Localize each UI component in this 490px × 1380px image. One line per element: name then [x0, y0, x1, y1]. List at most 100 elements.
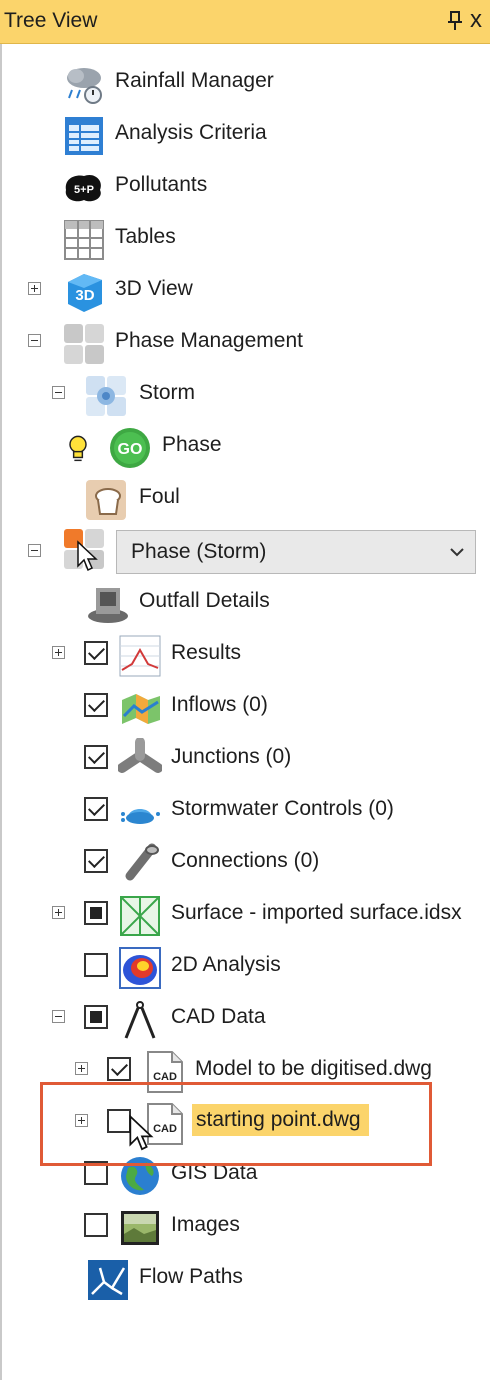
- tree-item-label: Flow Paths: [139, 1265, 243, 1288]
- visibility-checkbox[interactable]: [84, 901, 108, 925]
- tree-item-flow-paths[interactable]: Flow Paths: [0, 1253, 490, 1305]
- tree-item-label: Connections (0): [171, 849, 320, 872]
- tree-item-connections[interactable]: Connections (0): [0, 837, 490, 889]
- tree-item-rainfall-manager[interactable]: Rainfall Manager: [0, 57, 490, 109]
- storm-phase-icon: [84, 374, 128, 418]
- tree-item-label: Phase Management: [115, 329, 303, 352]
- collapse-icon[interactable]: [28, 544, 41, 557]
- tree-item-label: Stormwater Controls (0): [171, 797, 394, 820]
- active-phase-icon: [62, 527, 106, 571]
- globe-icon: [118, 1154, 162, 1198]
- tree-item-foul[interactable]: Foul: [0, 473, 490, 525]
- tree-item-2d-analysis[interactable]: 2D Analysis: [0, 941, 490, 993]
- 2d-analysis-heatmap-icon: [118, 946, 162, 990]
- tree-item-label: Results: [171, 641, 242, 664]
- visibility-checkbox[interactable]: [84, 745, 108, 769]
- rainfall-cloud-icon: [62, 62, 106, 106]
- expand-icon[interactable]: [52, 646, 65, 659]
- tree-item-starting-point-dwg[interactable]: CAD starting point.dwg: [0, 1097, 490, 1149]
- svg-text:CAD: CAD: [153, 1123, 177, 1135]
- tree-item-label: Foul: [139, 485, 180, 508]
- tree-item-label: Outfall Details: [139, 589, 270, 612]
- tree-item-gis-data[interactable]: GIS Data: [0, 1149, 490, 1201]
- tree-item-label: CAD Data: [171, 1005, 266, 1028]
- tree-item-stormwater-controls[interactable]: Stormwater Controls (0): [0, 785, 490, 837]
- tree-view-title-bar: Tree View x: [0, 0, 490, 44]
- tree-item-label: Inflows (0): [171, 693, 268, 716]
- criteria-table-icon: [62, 114, 106, 158]
- visibility-checkbox[interactable]: [84, 849, 108, 873]
- tree-item-tables[interactable]: Tables: [0, 213, 490, 265]
- tree-item-results[interactable]: Results: [0, 629, 490, 681]
- surface-mesh-icon: [118, 894, 162, 938]
- go-badge-icon: GO: [108, 426, 152, 470]
- tree-item-label: Pollutants: [115, 173, 208, 196]
- tree-item-label: 2D Analysis: [171, 953, 281, 976]
- tree-item-label: Junctions (0): [171, 745, 292, 768]
- tree-item-label: GIS Data: [171, 1161, 258, 1184]
- visibility-checkbox[interactable]: [84, 1213, 108, 1237]
- active-phase-row: Phase (Storm): [0, 527, 490, 574]
- pollutant-blob-icon: 5+P: [62, 166, 106, 210]
- tables-grid-icon: [62, 218, 106, 262]
- panel-title: Tree View: [4, 9, 98, 32]
- tree-item-label: Phase: [162, 433, 222, 456]
- tree-item-inflows[interactable]: Inflows (0): [0, 681, 490, 733]
- expand-icon[interactable]: [75, 1062, 88, 1075]
- collapse-icon[interactable]: [28, 334, 41, 347]
- results-chart-icon: [118, 634, 162, 678]
- tree-item-label: Tables: [115, 225, 176, 248]
- visibility-checkbox[interactable]: [107, 1109, 131, 1133]
- phase-management-icon: [62, 322, 106, 366]
- collapse-icon[interactable]: [52, 1010, 65, 1023]
- visibility-checkbox[interactable]: [84, 641, 108, 665]
- compass-drawing-icon: [118, 998, 162, 1042]
- tree-item-label: Model to be digitised.dwg: [195, 1057, 432, 1080]
- visibility-checkbox[interactable]: [107, 1057, 131, 1081]
- 3d-cube-icon: 3D: [62, 270, 106, 314]
- svg-text:CAD: CAD: [153, 1071, 177, 1083]
- tree-item-phase-management[interactable]: Phase Management: [0, 317, 490, 369]
- phase-select-dropdown[interactable]: Phase (Storm): [116, 530, 476, 574]
- tree-item-images[interactable]: Images: [0, 1201, 490, 1253]
- expand-icon[interactable]: [28, 282, 41, 295]
- tree-item-label-selected: starting point.dwg: [192, 1104, 369, 1136]
- stormwater-controls-icon: [118, 790, 162, 834]
- tree-item-phase[interactable]: GO Phase: [0, 421, 490, 473]
- visibility-checkbox[interactable]: [84, 1005, 108, 1029]
- tree-item-junctions[interactable]: Junctions (0): [0, 733, 490, 785]
- svg-text:3D: 3D: [75, 287, 94, 304]
- chevron-down-icon: [449, 544, 465, 560]
- tree-item-3d-view[interactable]: 3D 3D View: [0, 265, 490, 317]
- visibility-checkbox[interactable]: [84, 953, 108, 977]
- tree-item-label: Analysis Criteria: [115, 121, 267, 144]
- pin-icon[interactable]: [444, 8, 468, 34]
- tree-item-pollutants[interactable]: 5+P Pollutants: [0, 161, 490, 213]
- tree-item-label: Images: [171, 1213, 240, 1236]
- pipe-connection-icon: [118, 842, 162, 886]
- tree-item-storm[interactable]: Storm: [0, 369, 490, 421]
- visibility-checkbox[interactable]: [84, 693, 108, 717]
- tree-item-cad-data[interactable]: CAD Data: [0, 993, 490, 1045]
- svg-text:5+P: 5+P: [74, 184, 94, 196]
- tree-item-label: 3D View: [115, 277, 193, 300]
- image-photo-icon: [118, 1206, 162, 1250]
- svg-text:GO: GO: [118, 441, 143, 458]
- tree-item-analysis-criteria[interactable]: Analysis Criteria: [0, 109, 490, 161]
- visibility-checkbox[interactable]: [84, 1161, 108, 1185]
- tree-item-model-dwg[interactable]: CAD Model to be digitised.dwg: [0, 1045, 490, 1097]
- expand-icon[interactable]: [52, 906, 65, 919]
- close-button[interactable]: x: [470, 6, 482, 34]
- cad-file-icon: CAD: [142, 1050, 186, 1094]
- expand-icon[interactable]: [75, 1114, 88, 1127]
- visibility-checkbox[interactable]: [84, 797, 108, 821]
- inflows-map-icon: [118, 686, 162, 730]
- tree-item-surface[interactable]: Surface - imported surface.idsx: [0, 889, 490, 941]
- lightbulb-icon: [62, 426, 94, 470]
- tree-item-label: Rainfall Manager: [115, 69, 274, 92]
- tree-item-label: Storm: [139, 381, 196, 404]
- flow-paths-icon: [86, 1258, 130, 1302]
- collapse-icon[interactable]: [52, 386, 65, 399]
- tree-item-outfall-details[interactable]: Outfall Details: [0, 577, 490, 629]
- pipe-junction-icon: [118, 738, 162, 782]
